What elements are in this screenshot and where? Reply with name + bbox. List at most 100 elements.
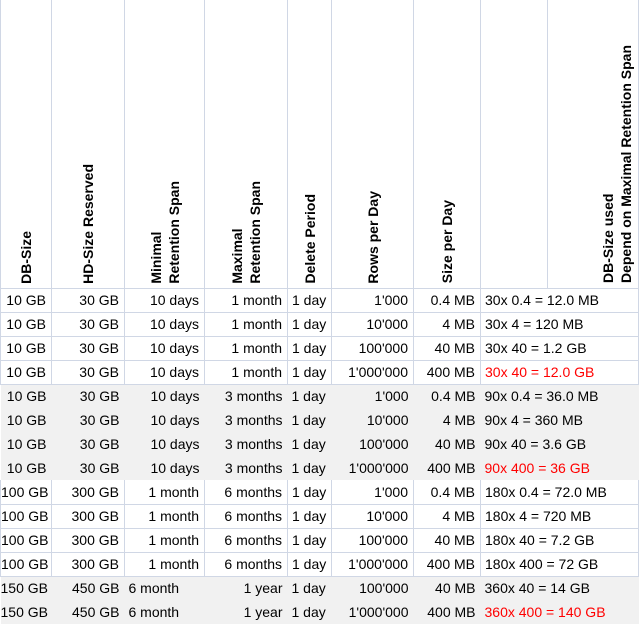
cell-delete-period: 1 day xyxy=(288,576,332,600)
cell-delete-period: 1 day xyxy=(288,552,332,576)
cell-db-size: 10 GB xyxy=(1,384,52,408)
cell-rows-per-day: 1'000'000 xyxy=(332,456,414,480)
cell-db-size: 10 GB xyxy=(1,456,52,480)
cell-minimal-retention-span: 6 month xyxy=(125,576,205,600)
cell-rows-per-day: 100'000 xyxy=(332,576,414,600)
cell-db-size-used: 180x 400 = 72 GB xyxy=(481,552,639,576)
cell-maximal-retention-span: 1 month xyxy=(205,336,288,360)
cell-size-per-day: 40 MB xyxy=(414,336,481,360)
column-header-rows-per-day: Rows per Day xyxy=(332,0,414,288)
cell-hd-size-reserved: 30 GB xyxy=(52,456,125,480)
cell-db-size-used: 180x 4 = 720 MB xyxy=(481,504,639,528)
cell-minimal-retention-span: 1 month xyxy=(125,504,205,528)
cell-delete-period: 1 day xyxy=(288,336,332,360)
cell-rows-per-day: 1'000 xyxy=(332,288,414,312)
cell-hd-size-reserved: 30 GB xyxy=(52,288,125,312)
cell-minimal-retention-span: 10 days xyxy=(125,360,205,384)
cell-maximal-retention-span: 1 year xyxy=(205,600,288,624)
cell-hd-size-reserved: 450 GB xyxy=(52,576,125,600)
cell-maximal-retention-span: 6 months xyxy=(205,480,288,504)
table-header-row: DB-Size HD-Size Reserved Minimal Retenti… xyxy=(1,0,639,288)
cell-minimal-retention-span: 10 days xyxy=(125,336,205,360)
table-row: 10 GB30 GB10 days3 months1 day100'00040 … xyxy=(1,432,639,456)
column-header-maximal-retention-span: Maximal Retention Span xyxy=(205,0,288,288)
cell-size-per-day: 4 MB xyxy=(414,408,481,432)
cell-minimal-retention-span: 1 month xyxy=(125,552,205,576)
cell-db-size: 10 GB xyxy=(1,360,52,384)
cell-size-per-day: 0.4 MB xyxy=(414,480,481,504)
table-row: 10 GB30 GB10 days1 month1 day100'00040 M… xyxy=(1,336,639,360)
cell-db-size-used: 360x 400 = 140 GB xyxy=(481,600,639,624)
retention-size-table: DB-Size HD-Size Reserved Minimal Retenti… xyxy=(0,0,639,624)
cell-maximal-retention-span: 1 year xyxy=(205,576,288,600)
cell-db-size: 100 GB xyxy=(1,480,52,504)
cell-rows-per-day: 1'000 xyxy=(332,384,414,408)
column-header-label: Rows per Day xyxy=(364,191,382,284)
cell-minimal-retention-span: 10 days xyxy=(125,312,205,336)
cell-db-size: 10 GB xyxy=(1,432,52,456)
cell-delete-period: 1 day xyxy=(288,504,332,528)
cell-db-size-used: 90x 0.4 = 36.0 MB xyxy=(481,384,639,408)
cell-hd-size-reserved: 30 GB xyxy=(52,336,125,360)
cell-hd-size-reserved: 300 GB xyxy=(52,528,125,552)
cell-delete-period: 1 day xyxy=(288,288,332,312)
cell-minimal-retention-span: 1 month xyxy=(125,528,205,552)
column-header-label: HD-Size Reserved xyxy=(79,164,97,284)
cell-db-size-used: 90x 4 = 360 MB xyxy=(481,408,639,432)
cell-db-size: 100 GB xyxy=(1,528,52,552)
column-header-label: Delete Period xyxy=(301,194,319,283)
cell-size-per-day: 400 MB xyxy=(414,456,481,480)
column-header-label: Maximal Retention Span xyxy=(228,181,264,284)
table-row: 100 GB300 GB1 month6 months1 day10'0004 … xyxy=(1,504,639,528)
cell-db-size-used: 30x 40 = 12.0 GB xyxy=(481,360,639,384)
cell-maximal-retention-span: 3 months xyxy=(205,456,288,480)
cell-delete-period: 1 day xyxy=(288,480,332,504)
cell-rows-per-day: 100'000 xyxy=(332,432,414,456)
cell-db-size: 150 GB xyxy=(1,600,52,624)
column-header-minimal-retention-span: Minimal Retention Span xyxy=(125,0,205,288)
cell-hd-size-reserved: 300 GB xyxy=(52,480,125,504)
column-header-label: Minimal Retention Span xyxy=(147,181,183,284)
cell-delete-period: 1 day xyxy=(288,456,332,480)
cell-size-per-day: 400 MB xyxy=(414,600,481,624)
cell-rows-per-day: 1'000'000 xyxy=(332,600,414,624)
cell-maximal-retention-span: 1 month xyxy=(205,360,288,384)
cell-db-size-used: 360x 40 = 14 GB xyxy=(481,576,639,600)
cell-hd-size-reserved: 30 GB xyxy=(52,312,125,336)
cell-db-size: 10 GB xyxy=(1,312,52,336)
column-header-label: DB-Size used Depend on Maximal Retention… xyxy=(599,45,635,283)
cell-maximal-retention-span: 3 months xyxy=(205,432,288,456)
cell-delete-period: 1 day xyxy=(288,528,332,552)
cell-maximal-retention-span: 6 months xyxy=(205,552,288,576)
cell-db-size-used: 90x 40 = 3.6 GB xyxy=(481,432,639,456)
table-row: 10 GB30 GB10 days1 month1 day10'0004 MB3… xyxy=(1,312,639,336)
cell-minimal-retention-span: 10 days xyxy=(125,432,205,456)
cell-rows-per-day: 1'000'000 xyxy=(332,552,414,576)
table-row: 10 GB30 GB10 days3 months1 day1'000'0004… xyxy=(1,456,639,480)
cell-db-size-used: 30x 0.4 = 12.0 MB xyxy=(481,288,639,312)
column-header-label: DB-Size xyxy=(17,231,35,284)
cell-hd-size-reserved: 30 GB xyxy=(52,432,125,456)
cell-maximal-retention-span: 3 months xyxy=(205,384,288,408)
cell-db-size: 100 GB xyxy=(1,504,52,528)
table-row: 10 GB30 GB10 days3 months1 day10'0004 MB… xyxy=(1,408,639,432)
cell-minimal-retention-span: 10 days xyxy=(125,408,205,432)
cell-rows-per-day: 10'000 xyxy=(332,504,414,528)
column-header-db-size-used: DB-Size used Depend on Maximal Retention… xyxy=(481,0,639,288)
cell-size-per-day: 4 MB xyxy=(414,312,481,336)
cell-hd-size-reserved: 300 GB xyxy=(52,504,125,528)
cell-maximal-retention-span: 1 month xyxy=(205,312,288,336)
cell-rows-per-day: 100'000 xyxy=(332,528,414,552)
cell-rows-per-day: 10'000 xyxy=(332,408,414,432)
cell-db-size: 10 GB xyxy=(1,288,52,312)
cell-minimal-retention-span: 10 days xyxy=(125,288,205,312)
column-header-hd-size-reserved: HD-Size Reserved xyxy=(52,0,125,288)
column-header-db-size: DB-Size xyxy=(1,0,52,288)
cell-hd-size-reserved: 30 GB xyxy=(52,384,125,408)
column-header-delete-period: Delete Period xyxy=(288,0,332,288)
table-row: 150 GB450 GB6 month1 year1 day100'00040 … xyxy=(1,576,639,600)
table-row: 10 GB30 GB10 days3 months1 day1'0000.4 M… xyxy=(1,384,639,408)
cell-db-size-used: 90x 400 = 36 GB xyxy=(481,456,639,480)
cell-minimal-retention-span: 1 month xyxy=(125,480,205,504)
cell-db-size: 10 GB xyxy=(1,336,52,360)
